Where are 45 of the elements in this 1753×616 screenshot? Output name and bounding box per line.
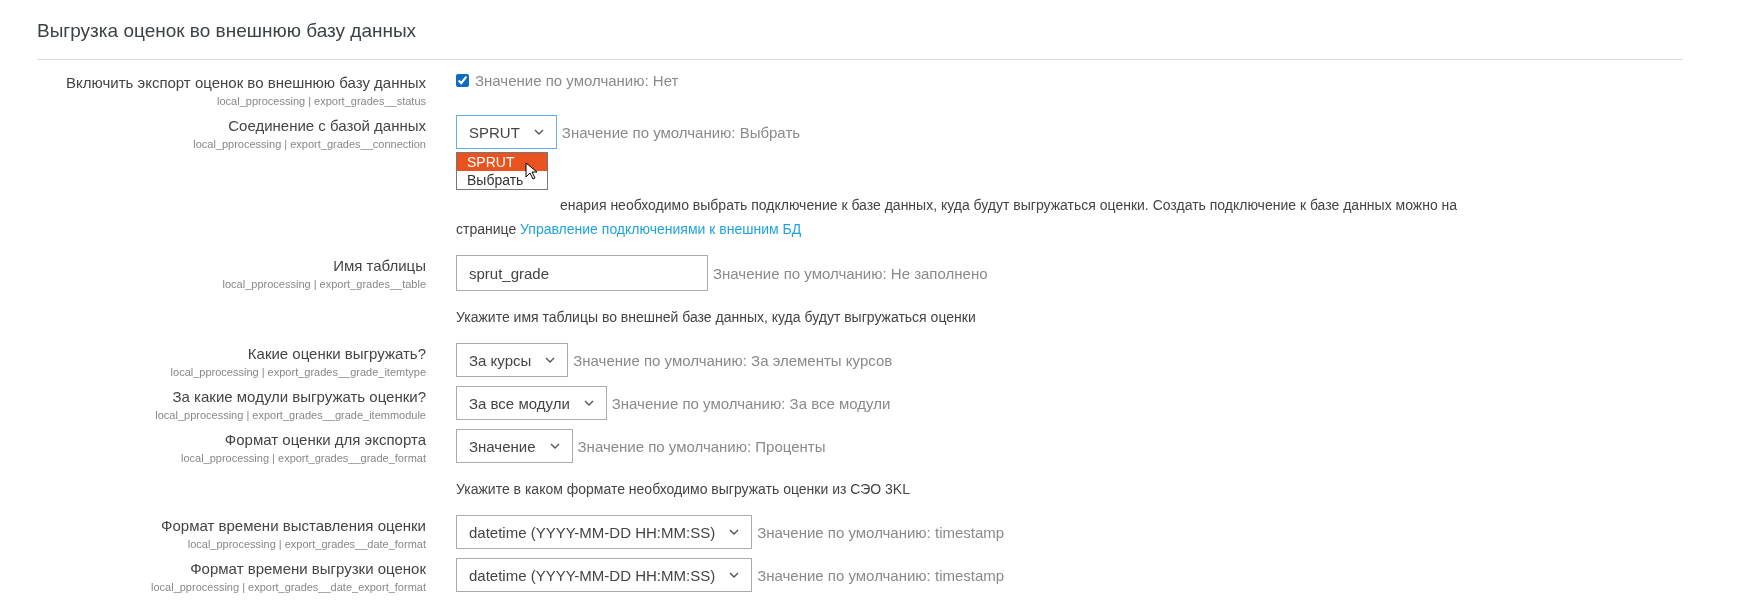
setting-label: Соединение с базой данных bbox=[228, 117, 426, 135]
setting-key: local_pprocessing | export_grades__status bbox=[217, 95, 426, 107]
setting-description: Укажите в каком формате необходимо выгружать оценки из СЭО 3KL bbox=[456, 480, 911, 499]
checkbox[interactable] bbox=[456, 74, 469, 87]
chevron-down-icon bbox=[533, 129, 544, 135]
setting-key: local_pprocessing | export_grades__grade_itemmodule bbox=[155, 409, 426, 421]
select-dropdown[interactable]: SPRUT bbox=[456, 115, 557, 149]
text-input[interactable]: sprut_grade bbox=[456, 255, 708, 291]
setting-key: local_pprocessing | export_grades__table bbox=[222, 278, 426, 290]
setting-description: енария необходимо выбрать подключение к базе данных, куда будут выгружаться оценки. Создать подключение к базе данных можно на странице Управление подключениями к внешним БД bbox=[456, 196, 1459, 239]
setting-description: Укажите имя таблицы во внешней базе данных, куда будут выгружаться оценки bbox=[456, 308, 977, 327]
dropdown-option[interactable]: Выбрать bbox=[457, 171, 547, 189]
setting-label: Формат времени выгрузки оценок bbox=[190, 560, 426, 578]
dropdown-option[interactable]: SPRUT bbox=[457, 153, 547, 171]
chevron-down-icon bbox=[545, 357, 556, 363]
setting-label: За какие модули выгружать оценки? bbox=[172, 388, 426, 406]
default-value: Значение по умолчанию: Не заполнено bbox=[713, 264, 988, 282]
select-dropdown[interactable]: datetime (YYYY-MM-DD HH:MM:SS) bbox=[456, 558, 753, 592]
cursor-icon bbox=[525, 162, 537, 180]
chevron-down-icon bbox=[549, 443, 560, 449]
default-value: Значение по умолчанию: timestamp bbox=[757, 566, 1005, 584]
select-dropdown[interactable]: За все модули bbox=[456, 386, 607, 420]
default-value: Значение по умолчанию: timestamp bbox=[757, 523, 1005, 541]
default-value: Значение по умолчанию: За элементы курсов bbox=[573, 351, 893, 369]
setting-key: local_pprocessing | export_grades__grade_itemtype bbox=[170, 366, 426, 378]
setting-label: Имя таблицы bbox=[333, 257, 426, 275]
setting-label: Формат оценки для экспорта bbox=[224, 431, 426, 449]
default-value: Значение по умолчанию: Проценты bbox=[577, 437, 826, 455]
setting-label: Включить экспорт оценок во внешнюю базу данных bbox=[66, 74, 426, 92]
setting-key: local_pprocessing | export_grades__date_export_format bbox=[151, 581, 426, 593]
section-title: Выгрузка оценок во внешнюю базу данных bbox=[37, 16, 1683, 60]
setting-label: Формат времени выставления оценки bbox=[161, 517, 426, 535]
select-dropdown[interactable]: Значение bbox=[456, 429, 573, 463]
chevron-down-icon bbox=[583, 400, 594, 406]
chevron-down-icon bbox=[729, 529, 740, 535]
default-value: Значение по умолчанию: За все модули bbox=[611, 394, 891, 412]
select-dropdown[interactable]: За курсы bbox=[456, 343, 569, 377]
chevron-down-icon bbox=[729, 572, 740, 578]
setting-key: local_pprocessing | export_grades__grade_format bbox=[181, 452, 426, 464]
setting-label: Какие оценки выгружать? bbox=[247, 345, 426, 363]
setting-key: local_pprocessing | export_grades__date_format bbox=[187, 538, 426, 550]
default-value: Значение по умолчанию: Выбрать bbox=[561, 123, 801, 141]
default-value: Значение по умолчанию: Нет bbox=[475, 72, 679, 89]
setting-key: local_pprocessing | export_grades__connection bbox=[193, 138, 426, 150]
select-dropdown[interactable]: datetime (YYYY-MM-DD HH:MM:SS) bbox=[456, 515, 753, 549]
